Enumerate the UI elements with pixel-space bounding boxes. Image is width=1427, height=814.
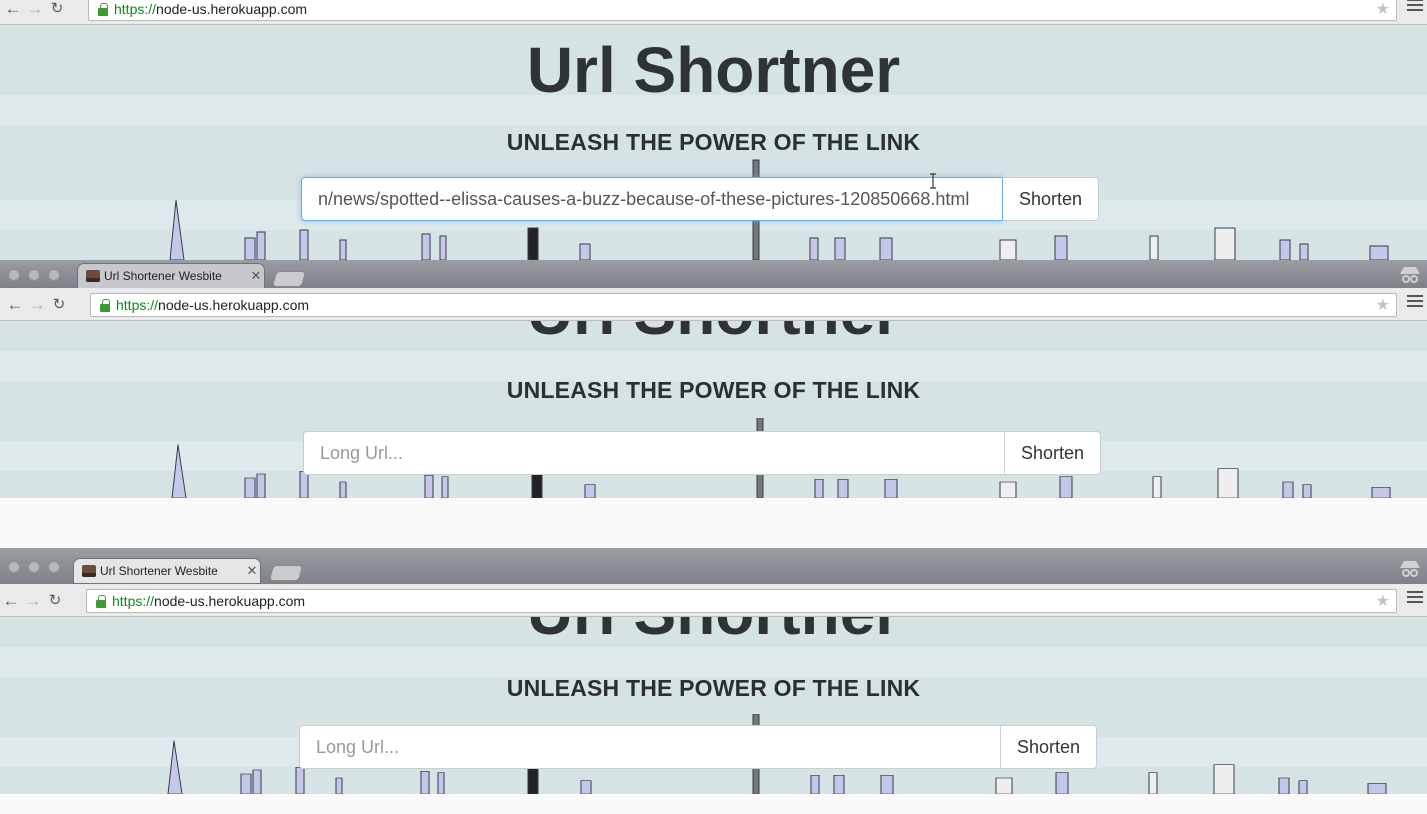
lock-icon	[100, 298, 110, 312]
shorten-button[interactable]: Shorten	[1003, 177, 1099, 221]
page-title: Url Shortner	[526, 34, 901, 106]
long-url-input[interactable]	[301, 177, 1003, 221]
url-scheme: https://	[112, 593, 155, 609]
browser-toolbar: ← → ↻ https:// node-us.herokuapp.com ★	[0, 0, 1427, 25]
back-arrow-icon[interactable]: ←	[0, 592, 22, 609]
page-subtitle: UNLEASH THE POWER OF THE LINK	[506, 377, 921, 403]
url-scheme: https://	[114, 1, 157, 17]
shorten-form: Shorten	[299, 725, 1097, 769]
url-host: node-us.herokuapp.com	[158, 297, 310, 313]
text-cursor-icon	[930, 173, 936, 189]
address-bar[interactable]: https:// node-us.herokuapp.com ★	[90, 293, 1397, 317]
url-host: node-us.herokuapp.com	[156, 1, 308, 17]
tab-title: Url Shortener Wesbite	[104, 269, 222, 283]
favicon-icon	[82, 565, 96, 577]
page-content: Url Shortner UNLEASH THE POWER OF THE LI…	[0, 25, 1427, 260]
bookmark-star-icon[interactable]: ★	[1376, 295, 1390, 315]
address-bar[interactable]: https:// node-us.herokuapp.com ★	[86, 589, 1397, 613]
page-subtitle: UNLEASH THE POWER OF THE LINK	[506, 675, 921, 701]
url-host: node-us.herokuapp.com	[154, 593, 306, 609]
reload-icon[interactable]: ↻	[44, 593, 66, 608]
new-tab-button[interactable]	[270, 566, 302, 580]
shorten-form: Shorten	[301, 177, 1099, 221]
url-scheme: https://	[116, 297, 159, 313]
shorten-button[interactable]: Shorten	[1001, 725, 1097, 769]
hamburger-menu-icon[interactable]	[1407, 0, 1423, 14]
hamburger-menu-icon[interactable]	[1407, 295, 1423, 310]
forward-arrow-icon[interactable]: →	[22, 592, 44, 609]
tab-url-shortener[interactable]: Url Shortener Wesbite ✕	[74, 559, 260, 583]
address-bar[interactable]: https:// node-us.herokuapp.com ★	[88, 0, 1397, 21]
forward-arrow-icon[interactable]: →	[26, 296, 48, 313]
browser-toolbar: ← → ↻ https:// node-us.herokuapp.com ★	[0, 584, 1427, 617]
incognito-icon	[1400, 267, 1420, 283]
browser-toolbar: ← → ↻ https:// node-us.herokuapp.com ★	[0, 288, 1427, 321]
tab-strip: Url Shortener Wesbite ✕	[0, 260, 1427, 288]
window-controls[interactable]	[8, 269, 60, 281]
tab-url-shortener[interactable]: Url Shortener Wesbite ✕	[78, 264, 264, 288]
window-controls[interactable]	[8, 561, 60, 573]
long-url-input[interactable]	[303, 431, 1005, 475]
close-tab-icon[interactable]: ✕	[248, 268, 264, 284]
page-subtitle: UNLEASH THE POWER OF THE LINK	[506, 129, 921, 155]
hamburger-menu-icon[interactable]	[1407, 591, 1423, 606]
incognito-icon	[1400, 561, 1420, 577]
browser-window-bottom: Url Shortener Wesbite ✕ ← → ↻ https:// n…	[0, 548, 1427, 794]
shorten-button[interactable]: Shorten	[1005, 431, 1101, 475]
shorten-form: Shorten	[303, 431, 1101, 475]
bookmark-star-icon[interactable]: ★	[1376, 591, 1390, 611]
forward-arrow-icon[interactable]: →	[24, 0, 46, 17]
browser-window-middle: Url Shortener Wesbite ✕ ← → ↻ https:// n…	[0, 260, 1427, 498]
back-arrow-icon[interactable]: ←	[4, 296, 26, 313]
page-title: Url Shortner	[0, 617, 1427, 649]
lock-icon	[96, 594, 106, 608]
lock-icon	[98, 2, 108, 16]
bookmark-star-icon[interactable]: ★	[1376, 0, 1390, 19]
page-content: Url Shortner UNLEASH THE POWER OF THE LI…	[0, 321, 1427, 498]
page-content: Url Shortner UNLEASH THE POWER OF THE LI…	[0, 617, 1427, 794]
long-url-input[interactable]	[299, 725, 1001, 769]
tab-strip: Url Shortener Wesbite ✕	[0, 548, 1427, 584]
new-tab-button[interactable]	[273, 272, 305, 286]
reload-icon[interactable]: ↻	[48, 297, 70, 312]
close-tab-icon[interactable]: ✕	[244, 563, 260, 579]
page-title: Url Shortner	[0, 321, 1427, 349]
reload-icon[interactable]: ↻	[46, 1, 68, 16]
back-arrow-icon[interactable]: ←	[2, 0, 24, 17]
tab-title: Url Shortener Wesbite	[100, 564, 218, 578]
favicon-icon	[86, 270, 100, 282]
browser-window-top: ← → ↻ https:// node-us.herokuapp.com ★ U…	[0, 0, 1427, 260]
